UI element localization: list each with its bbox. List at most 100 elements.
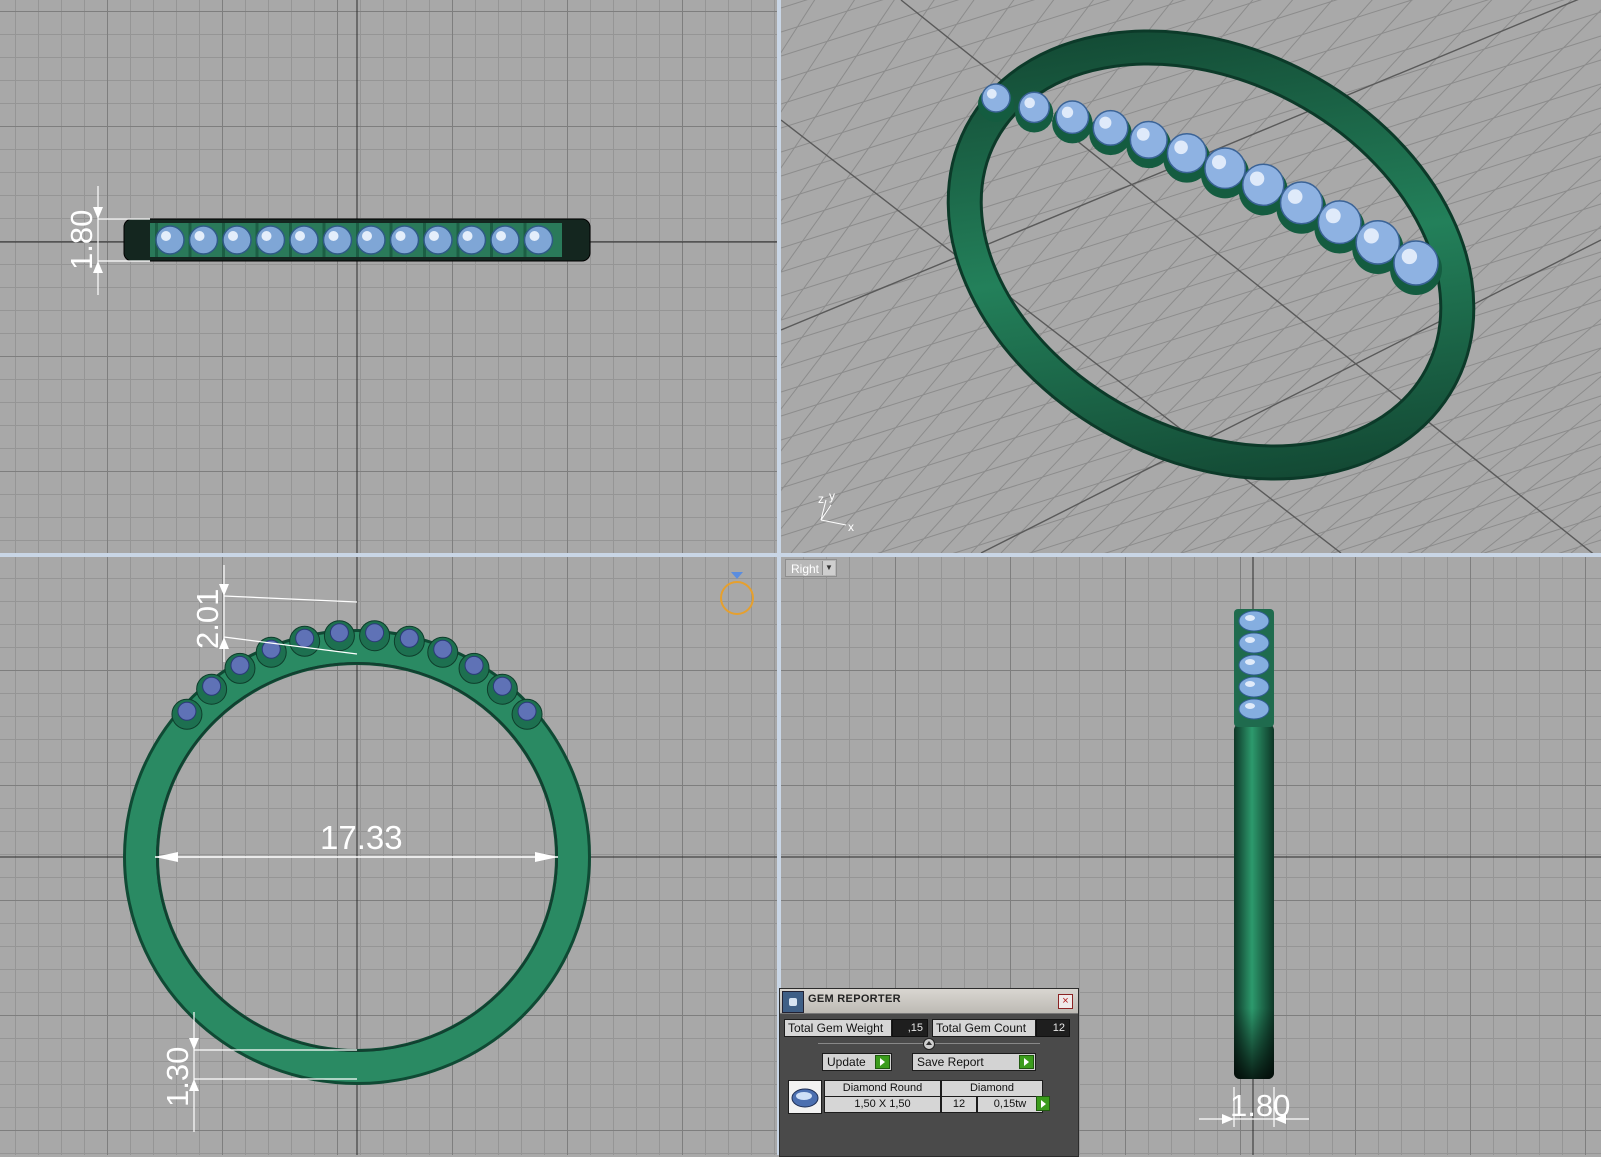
gem-highlight [228, 231, 238, 241]
total-gem-count-label: Total Gem Count [932, 1019, 1036, 1037]
ring-side-shade [1234, 724, 1274, 1079]
gem-highlight [295, 231, 305, 241]
grid-line [781, 0, 1134, 452]
viewport-label: Right [791, 562, 820, 576]
gem-highlight [194, 231, 205, 241]
gem-weight-cell: 0,15tw [977, 1096, 1043, 1113]
gem-highlight [362, 231, 372, 241]
gem-highlight [1245, 703, 1255, 709]
gem-widget-icon[interactable] [720, 572, 754, 615]
gem-highlight [1061, 106, 1074, 118]
chevron-down-icon[interactable]: ▼ [822, 561, 835, 575]
dim-top-ext-1 [223, 595, 358, 603]
grid-line [781, 0, 1263, 153]
collapse-toggle-icon[interactable] [923, 1038, 935, 1050]
gem-material-cell: Diamond [941, 1080, 1043, 1097]
gem-highlight [1024, 97, 1035, 109]
grid-line [1570, 529, 1601, 553]
gem-highlight [429, 231, 439, 241]
gem [399, 628, 419, 648]
total-gem-weight-value: ,15 [892, 1019, 928, 1037]
gem [202, 676, 222, 696]
grid-line [781, 155, 1601, 417]
gem [1204, 147, 1247, 190]
gem [322, 225, 353, 255]
grid-line [1480, 455, 1601, 553]
play-icon [1019, 1055, 1034, 1069]
grid-line [781, 251, 1601, 513]
gem [365, 623, 385, 643]
gem-list-item[interactable]: Diamond Round Diamond 1,50 X 1,50 12 0,1… [788, 1080, 1043, 1114]
total-gem-weight-label: Total Gem Weight [784, 1019, 892, 1037]
perspective-grid-major [781, 0, 1601, 553]
gem [255, 225, 286, 255]
gem-highlight [1211, 155, 1227, 170]
gem-highlight [1099, 116, 1112, 129]
viewport-splitter-vertical[interactable] [777, 0, 781, 1155]
gem-reporter-title: GEM REPORTER [808, 993, 901, 1005]
axis-y-label: y [829, 489, 835, 503]
gem [456, 225, 487, 255]
grid-line [1331, 467, 1601, 553]
gem [155, 225, 185, 255]
grid-line [1482, 515, 1601, 553]
gem [464, 655, 484, 675]
gem [1238, 654, 1270, 676]
gem-highlight [462, 231, 473, 241]
gem-reporter-logo-icon [782, 991, 804, 1013]
viewport-label-dropdown[interactable]: Right ▼ [785, 559, 837, 577]
gem-highlight [986, 88, 997, 99]
viewport-splitter-horizontal[interactable] [0, 553, 1601, 557]
gem-size-cell: 1,50 X 1,50 [824, 1096, 941, 1113]
gem [222, 225, 252, 255]
grid-line [1558, 539, 1601, 553]
gem-highlight [1287, 189, 1303, 204]
gem-detail-play-icon[interactable] [1036, 1096, 1050, 1111]
gem [1238, 632, 1270, 654]
gem [423, 225, 453, 255]
gem [490, 225, 520, 255]
viewport-top-right-perspective[interactable]: z y x [781, 0, 1601, 553]
gem [1238, 676, 1270, 698]
grid-line [781, 0, 808, 9]
viewport-bottom-left[interactable]: 17.33 2.01 1.30 [0, 557, 777, 1155]
grid-line [781, 0, 975, 273]
gem [1279, 181, 1324, 225]
update-button[interactable]: Update [822, 1053, 892, 1071]
save-report-button[interactable]: Save Report [912, 1053, 1036, 1071]
gem [433, 639, 453, 659]
grid-line [781, 275, 1601, 537]
gem-shape-cell: Diamond Round [824, 1080, 941, 1097]
close-icon[interactable]: × [1058, 994, 1073, 1009]
side-gems [1238, 610, 1270, 720]
gem [492, 676, 512, 696]
gem [1393, 240, 1439, 286]
dimension-top-label: 2.01 [190, 589, 225, 649]
gem-reporter-titlebar[interactable]: GEM REPORTER × [780, 989, 1078, 1014]
gem-highlight [261, 231, 272, 241]
gem-highlight [395, 231, 406, 241]
gem [230, 655, 250, 675]
gem-highlight [1245, 681, 1255, 687]
gem-highlight [1174, 140, 1188, 155]
gem [523, 225, 554, 255]
gem-highlight [1363, 228, 1379, 244]
dimension-inner-label: 17.33 [320, 819, 403, 856]
gem-reporter-panel: GEM REPORTER × Total Gem Weight ,15 Tota… [779, 988, 1079, 1157]
gem [356, 225, 386, 255]
dimension-bottom-label: 1.30 [160, 1047, 195, 1107]
dimension-height-label: 1.80 [64, 210, 99, 270]
gem-highlight [1245, 615, 1255, 621]
gem [981, 83, 1011, 113]
viewport-top-left[interactable]: 1.80 [0, 0, 777, 553]
gem [1166, 132, 1208, 174]
grid-line [781, 83, 1601, 345]
gem-highlight [161, 231, 171, 241]
play-icon [875, 1055, 890, 1069]
perspective-grid [781, 0, 1601, 553]
front-view-drawing: 1.80 [0, 0, 777, 553]
gem-highlight [1136, 127, 1150, 141]
arrow-right-icon [535, 852, 558, 862]
gem-highlight [496, 231, 506, 241]
dimension-width-label: 1.80 [1230, 1088, 1290, 1123]
